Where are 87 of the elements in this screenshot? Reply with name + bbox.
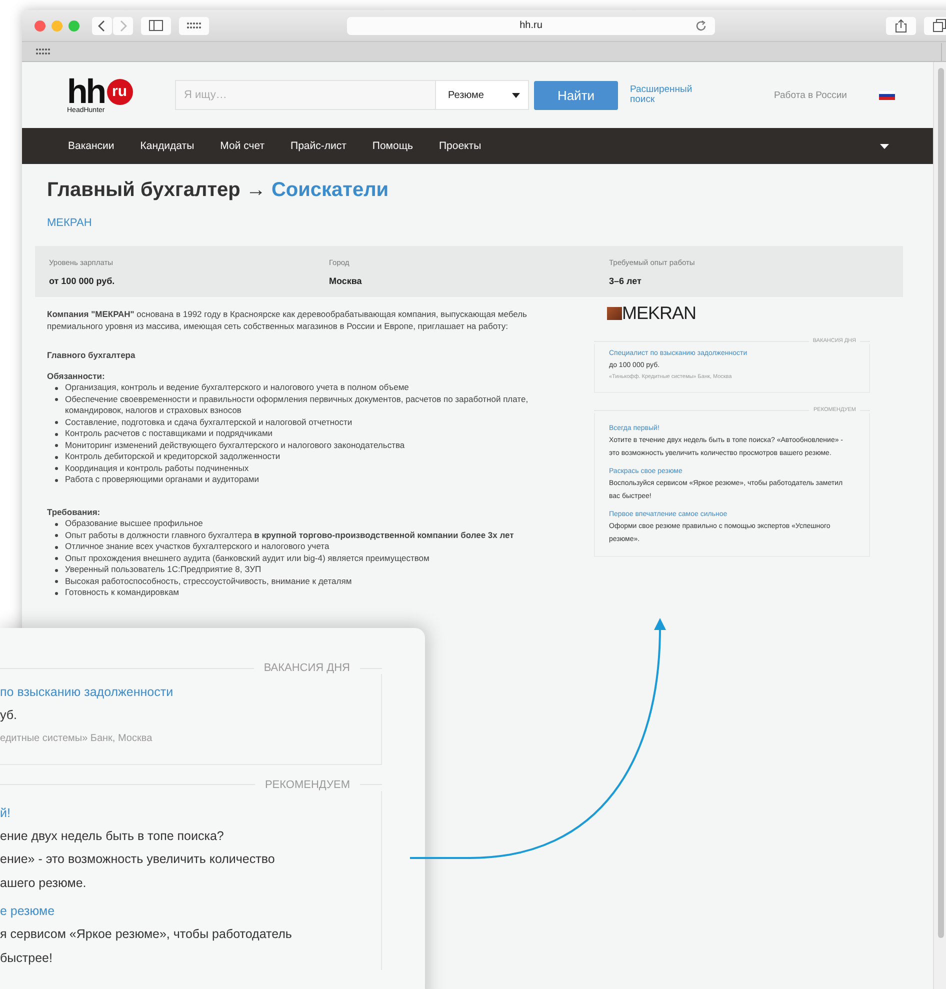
search-field[interactable]: Я ищу… — [175, 80, 435, 110]
reload-icon[interactable] — [695, 20, 707, 32]
list-item: Контроль дебиторской и кредиторской задолженности — [65, 451, 280, 462]
list-item: Отличное знание всех участков бухгалтерского и налогового учета — [65, 541, 330, 552]
bullet-icon — [55, 580, 58, 583]
recommend-text: ашего резюме. — [0, 874, 86, 892]
section-heading: ВАКАНСИЯ ДНЯ — [262, 662, 351, 674]
tabs-button[interactable] — [924, 16, 946, 34]
fact-value: Москва — [329, 276, 363, 286]
bullet-icon — [55, 546, 58, 548]
list-item: Организация, контроль и ведение бухгалтерского и налогового учета в полном объеме — [65, 382, 409, 394]
sidebar-button[interactable] — [141, 16, 171, 34]
caret-icon — [512, 92, 520, 98]
list-item: Уверенный пользователь 1С:Предприятие 8, ЗУП — [65, 564, 262, 576]
list-item: Координация и контроль работы подчиненных — [65, 462, 249, 474]
nav-link[interactable]: Помощь — [372, 140, 413, 152]
sidebar-icon — [149, 20, 163, 31]
nav-link[interactable]: Кандидаты — [140, 140, 194, 152]
scrollbar[interactable] — [933, 62, 946, 989]
list-item: Опыт прохождения внешнего аудита (банковский аудит или big-4) является преимуществом — [65, 552, 430, 564]
bullet-icon — [55, 467, 58, 470]
chevron-left-icon — [98, 20, 106, 32]
bullet-icon — [55, 557, 58, 560]
recommend-text: быстрее! — [0, 950, 52, 967]
page-title: Главный бухгалтер → — [47, 179, 266, 201]
recommend-text: ение двух недель быть в топе поиска? — [0, 828, 224, 845]
grid-icon[interactable] — [36, 48, 50, 56]
bullet-icon — [55, 432, 58, 436]
list-item: Высокая работоспособность, стрессоустойчивость, внимание к деталям — [65, 576, 352, 587]
nav-link[interactable]: Прайс-лист — [290, 140, 346, 152]
recommend-text: я сервисом «Яркое резюме», чтобы работодатель — [0, 926, 292, 943]
flag-icon[interactable] — [879, 90, 895, 100]
section-heading: РЕКОМЕНДУЕМ — [264, 778, 351, 790]
caret-icon[interactable] — [880, 144, 889, 148]
logo-badge: ru — [106, 78, 133, 104]
nav-link[interactable]: Вакансии — [68, 140, 114, 152]
search-type-dropdown[interactable]: Резюме — [435, 80, 529, 110]
list-item: Готовность к командировкам — [65, 587, 180, 598]
bullet-icon — [55, 456, 58, 458]
chevron-right-icon — [119, 20, 127, 32]
advanced-search-link[interactable]: Расширенный поиск — [630, 85, 710, 105]
grid-button[interactable] — [179, 16, 209, 34]
search-button[interactable]: Найти — [534, 80, 618, 110]
vacancy-link[interactable]: по взысканию задолженности — [0, 680, 174, 704]
recommend-text: ение» - это возможность увеличить количество — [0, 851, 275, 868]
address-bar[interactable]: hh.ru — [347, 16, 715, 34]
list-item: Мониторинг изменений действующего бухгалтерского и налогового законодательства — [65, 440, 405, 451]
bullet-icon — [55, 534, 58, 537]
share-icon — [895, 18, 907, 32]
vacancy-company: едитные системы» Банк, Москва — [0, 732, 152, 746]
title-link[interactable]: Соискатели — [271, 179, 389, 201]
recommend-link[interactable]: й! — [0, 800, 10, 824]
section-heading: Обязанности: — [47, 370, 106, 382]
fact-value: 3–6 лет — [609, 276, 642, 286]
section-heading: Требования: — [47, 506, 102, 518]
bullet-icon — [55, 478, 58, 482]
bullet-icon — [55, 444, 58, 447]
list-item: Обеспечение своевременности и правильности оформления первичных документов, расчетов по заработной плате, командировок, налогов и страховых взносов — [65, 394, 530, 416]
company-logo-text: MEKRAN — [622, 303, 696, 324]
scroll-thumb[interactable] — [938, 68, 944, 938]
bullet-icon — [55, 592, 58, 594]
bullet-icon — [55, 568, 58, 572]
company-description: Компания "МЕКРАН" основана в 1992 году в Красноярске как деревообрабатывающая компания, выпускающая мебель премиального уровня из массива, имеющая сеть собственных магазинов в России и Европе, приглашает на работу: — [47, 309, 528, 332]
bullet-icon — [55, 398, 58, 401]
square-icon — [607, 307, 622, 320]
bullet-icon — [55, 421, 58, 424]
back-button[interactable] — [92, 16, 112, 34]
vacancy-salary: уб. — [0, 707, 18, 724]
list-item: Опыт работы в должности главного бухгалтера в крупной торгово-производственной компании более 3х лет — [65, 530, 514, 541]
logo-text: hh — [67, 76, 105, 106]
bullet-icon — [55, 386, 58, 390]
company-link[interactable]: МЕКРАН — [47, 217, 903, 229]
bullet-icon — [55, 522, 58, 526]
grid-icon — [187, 22, 201, 30]
share-button[interactable] — [886, 16, 916, 34]
list-item: Образование высшее профильное — [65, 518, 203, 530]
address-text: hh.ru — [520, 20, 542, 31]
tabs-icon — [932, 19, 946, 32]
list-item: Контроль расчетов с поставщиками и подрядчиками — [65, 428, 273, 440]
list-item: Работа с проверяющими органами и аудиторами — [65, 474, 259, 486]
nav-link[interactable]: Мой счет — [220, 140, 265, 152]
position-title: Главного бухгалтера — [47, 350, 136, 362]
recommend-link[interactable]: е резюме — [0, 899, 55, 923]
fact-value: от 100 000 руб. — [49, 276, 116, 286]
region-link[interactable]: Работа в России — [774, 90, 847, 100]
list-item: Составление, подготовка и сдача бухгалтерской и налоговой отчетности — [65, 416, 352, 428]
nav-link[interactable]: Проекты — [438, 140, 482, 152]
